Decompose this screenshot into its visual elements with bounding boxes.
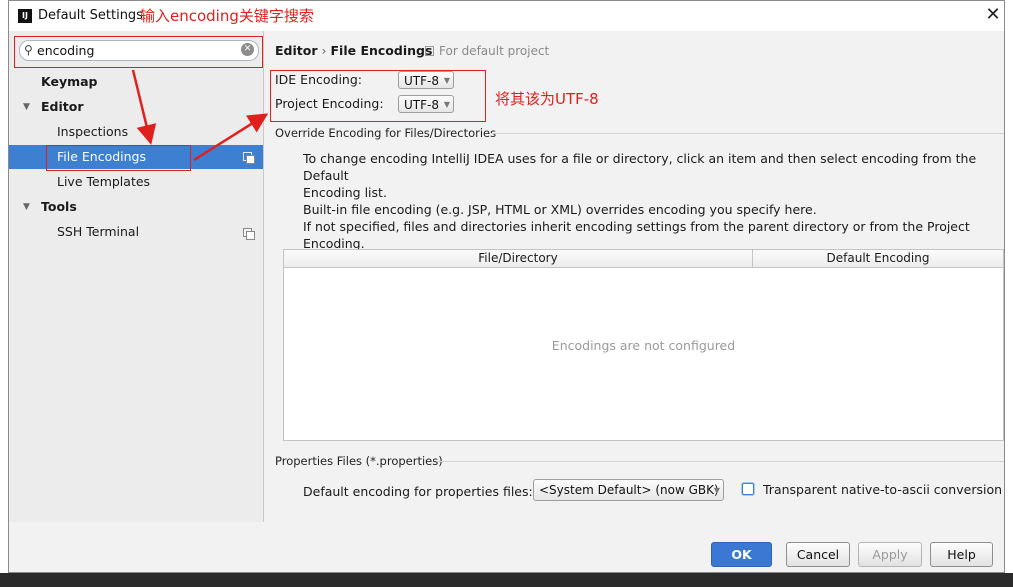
scope-note: For default project [425, 44, 549, 58]
override-description-1: To change encoding IntelliJ IDEA uses fo… [303, 150, 1003, 201]
help-button[interactable]: Help [930, 542, 993, 567]
sidebar-item-editor[interactable]: Editor [41, 95, 84, 119]
sidebar-item-label: Tools [41, 199, 77, 214]
sidebar-item-label: Keymap [41, 74, 98, 89]
properties-default-label: Default encoding for properties files: [303, 484, 533, 499]
intellij-app-icon: IJ [18, 9, 32, 23]
sidebar-item-keymap[interactable]: Keymap [41, 70, 98, 94]
apply-button[interactable]: Apply [858, 542, 922, 567]
sidebar-item-inspections[interactable]: Inspections [57, 120, 128, 144]
search-hint-annotation: 输入encoding关键字搜索 [140, 7, 314, 25]
breadcrumb: Editor › File Encodings [275, 43, 432, 58]
breadcrumb-current: File Encodings [330, 43, 433, 58]
sidebar-item-ssh-terminal[interactable]: SSH Terminal [57, 220, 139, 244]
cancel-button[interactable]: Cancel [786, 542, 850, 567]
settings-sidebar: ⚲ ✕ Keymap ▼ Editor Inspections File Enc… [9, 31, 264, 522]
table-empty-text: Encodings are not configured [551, 338, 736, 353]
window-title: Default Settings [38, 8, 143, 23]
properties-encoding-select[interactable]: <System Default> (now GBK) ▼ [533, 479, 724, 501]
table-header: File/Directory Default Encoding [284, 250, 1003, 268]
search-highlight-box [14, 36, 263, 68]
section-divider [437, 461, 1004, 462]
native-to-ascii-checkbox[interactable] [742, 483, 754, 495]
sidebar-item-live-templates[interactable]: Live Templates [57, 170, 150, 194]
chevron-down-icon: ▼ [713, 486, 720, 495]
column-header-file-directory[interactable]: File/Directory [284, 250, 752, 267]
expand-arrow-icon[interactable]: ▼ [23, 202, 30, 212]
settings-dialog: IJ Default Settings ✕ ⚲ ✕ Keymap ▼ Edito… [8, 0, 1005, 573]
sidebar-item-label: Editor [41, 99, 84, 114]
expand-arrow-icon[interactable]: ▼ [23, 102, 30, 112]
sidebar-item-tools[interactable]: Tools [41, 195, 77, 219]
override-section-title: Override Encoding for Files/Directories [275, 126, 497, 140]
change-hint-annotation: 将其该为UTF-8 [495, 90, 599, 108]
background-window-right [1005, 0, 1013, 587]
taskbar [0, 573, 1013, 587]
description-line: If not specified, files and directories … [303, 219, 970, 251]
encodings-table[interactable]: File/Directory Default Encoding Encoding… [283, 249, 1004, 441]
override-description-2: Built-in file encoding (e.g. JSP, HTML o… [303, 201, 1003, 252]
close-icon[interactable]: ✕ [983, 4, 1003, 26]
properties-encoding-value: <System Default> (now GBK) [539, 483, 719, 497]
sidebar-item-label: Live Templates [57, 174, 151, 189]
ok-button[interactable]: OK [711, 542, 772, 567]
scope-note-text: For default project [439, 44, 550, 58]
breadcrumb-separator: › [321, 43, 327, 58]
properties-section-title: Properties Files (*.properties) [275, 454, 443, 468]
column-header-default-encoding[interactable]: Default Encoding [753, 250, 1003, 267]
file-encodings-highlight-box [46, 145, 191, 171]
sidebar-item-label: SSH Terminal [57, 224, 140, 239]
description-line: Encoding list. [303, 185, 387, 200]
default-project-icon [425, 46, 434, 56]
native-to-ascii-label[interactable]: Transparent native-to-ascii conversion [763, 482, 1002, 498]
section-divider [491, 133, 1004, 134]
encodings-highlight-box [270, 70, 486, 122]
breadcrumb-parent: Editor [275, 43, 318, 58]
description-line: To change encoding IntelliJ IDEA uses fo… [303, 151, 977, 183]
project-scope-icon [243, 152, 255, 164]
description-line: Built-in file encoding (e.g. JSP, HTML o… [303, 202, 817, 217]
project-scope-icon [243, 228, 255, 240]
sidebar-item-label: Inspections [57, 124, 129, 139]
